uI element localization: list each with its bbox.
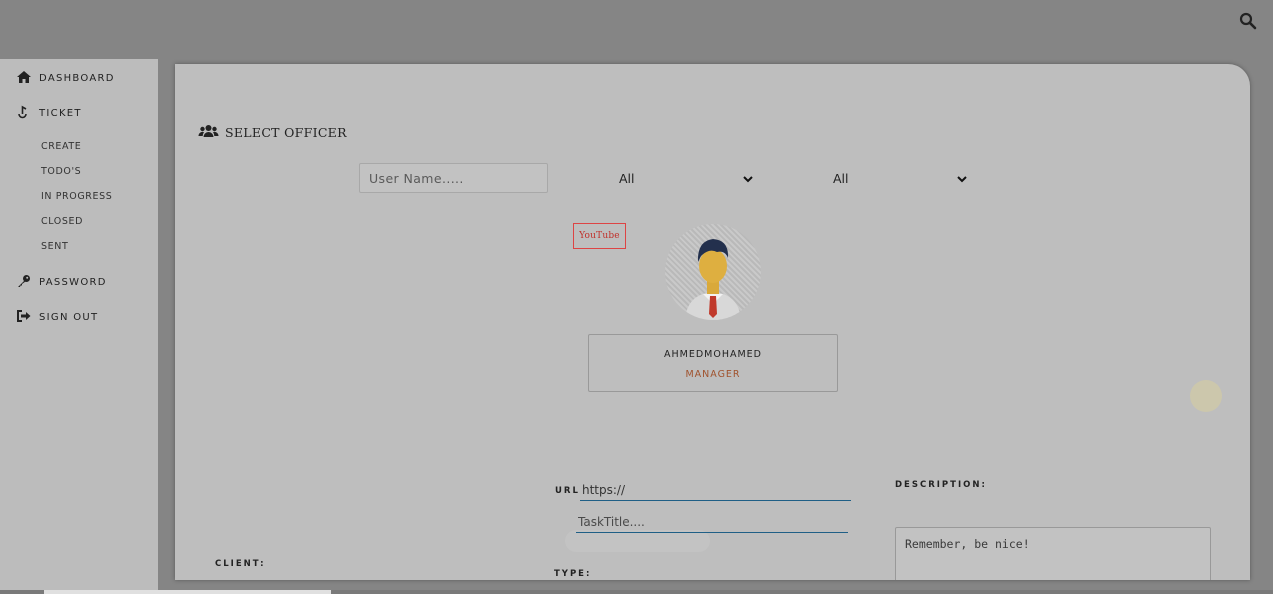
nav-password-label: PASSWORD <box>39 277 107 288</box>
nav-ticket-create[interactable]: CREATE <box>41 141 81 152</box>
filter-select-1-value: All <box>619 170 635 186</box>
filter-select-2[interactable]: All <box>827 168 967 188</box>
url-label: URL <box>555 486 580 496</box>
nav-ticket-label: TICKET <box>39 108 82 119</box>
top-bar <box>0 0 1273 59</box>
nav-ticket-in-progress[interactable]: IN PROGRESS <box>41 191 112 202</box>
bottom-strip <box>0 590 1273 594</box>
avatar[interactable] <box>665 224 761 320</box>
sign-out-icon <box>16 309 32 326</box>
nav-password[interactable]: PASSWORD <box>16 274 107 291</box>
search-icon[interactable] <box>1239 12 1257 30</box>
description-textarea[interactable] <box>895 527 1211 580</box>
type-label: TYPE: <box>554 569 592 579</box>
profile-card[interactable]: AHMEDMOHAMED MANAGER <box>588 334 838 392</box>
profile-name: AHMEDMOHAMED <box>664 349 762 360</box>
section-title-text: SELECT OFFICER <box>225 125 347 140</box>
ghost-overlay <box>565 530 710 552</box>
nav-ticket-sent[interactable]: SENT <box>41 241 68 252</box>
nav-dashboard-label: DASHBOARD <box>39 73 115 84</box>
nav-sign-out-label: SIGN OUT <box>39 312 99 323</box>
client-label: CLIENT: <box>215 559 266 569</box>
filter-select-1[interactable]: All <box>613 168 753 188</box>
home-icon <box>16 70 32 87</box>
profile-role: MANAGER <box>685 369 741 380</box>
chevron-down-icon <box>957 171 967 186</box>
task-title-input[interactable] <box>576 513 848 533</box>
nav-ticket-todos[interactable]: TODO'S <box>41 166 81 177</box>
nav-sign-out[interactable]: SIGN OUT <box>16 309 98 326</box>
nav-ticket-closed[interactable]: CLOSED <box>41 216 83 227</box>
chevron-down-icon <box>743 171 753 186</box>
ticket-icon <box>16 105 32 122</box>
bottom-strip-highlight <box>44 590 331 594</box>
sidebar: DASHBOARD TICKET CREATE TODO'S IN PROGRE… <box>0 59 158 594</box>
youtube-badge[interactable]: YouTube <box>573 223 626 249</box>
description-label: DESCRIPTION: <box>895 480 987 490</box>
username-search-input[interactable] <box>359 163 548 193</box>
url-input[interactable] <box>580 482 851 501</box>
nav-ticket[interactable]: TICKET <box>16 105 82 122</box>
users-icon <box>198 124 219 141</box>
filter-select-2-value: All <box>833 170 849 186</box>
nav-dashboard[interactable]: DASHBOARD <box>16 70 115 87</box>
main-panel: SELECT OFFICER All All YouTube AHMEDMOHA… <box>175 64 1250 580</box>
key-icon <box>16 274 32 291</box>
section-title: SELECT OFFICER <box>198 124 347 141</box>
floating-action-button[interactable] <box>1190 380 1222 412</box>
